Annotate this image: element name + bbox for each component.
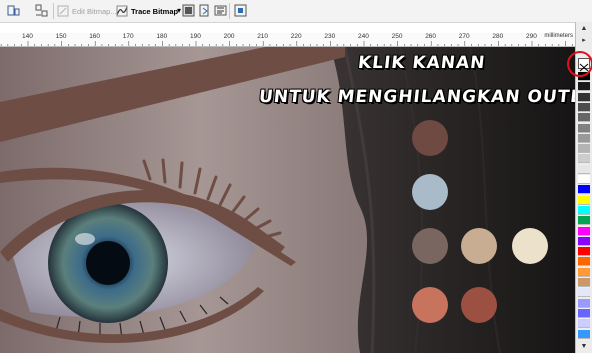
palette-scroll-down-icon[interactable]: ▼ xyxy=(578,342,590,351)
palette-color-swatch[interactable] xyxy=(578,175,590,184)
palette-color-swatch[interactable] xyxy=(578,164,590,174)
swatch-cream[interactable] xyxy=(512,228,548,264)
outline-icon[interactable] xyxy=(34,3,49,18)
palette-color-swatch[interactable] xyxy=(578,257,590,267)
palette-scroll-up-icon[interactable]: ▲ xyxy=(578,24,590,33)
ruler-label: 210 xyxy=(257,33,269,40)
swatch-salmon[interactable] xyxy=(412,287,448,323)
edit-bitmap-label: Edit Bitmap... xyxy=(72,6,117,16)
palette-color-swatch[interactable] xyxy=(578,113,590,123)
trace-bitmap-icon xyxy=(116,5,128,17)
ruler-label: 290 xyxy=(526,33,537,40)
trace-bitmap-label: Trace Bitmap xyxy=(131,6,179,16)
ruler-label: 200 xyxy=(223,33,235,40)
palette-color-swatch[interactable] xyxy=(578,154,590,164)
trace-bitmap-button[interactable]: Trace Bitmap xyxy=(116,3,178,19)
palette-color-swatch[interactable] xyxy=(578,216,590,226)
ruler-unit-label: millimeters xyxy=(544,33,573,39)
palette-color-swatch[interactable] xyxy=(578,102,590,112)
palette-color-swatch[interactable] xyxy=(578,247,590,257)
edit-bitmap-button[interactable]: Edit Bitmap... xyxy=(57,3,117,19)
palette-color-swatch[interactable] xyxy=(578,278,590,287)
palette-color-swatch[interactable] xyxy=(578,288,590,298)
palette-color-swatch[interactable] xyxy=(578,267,590,277)
swatch-tan[interactable] xyxy=(461,228,497,264)
headline-line-2: UNTUK MENGHILANGKAN OUTLINE xyxy=(257,87,575,107)
swatch-taupe[interactable] xyxy=(412,228,448,264)
ruler-label: 190 xyxy=(190,33,201,40)
bitmap-color-mask-icon[interactable] xyxy=(213,3,228,18)
ruler-label: 220 xyxy=(290,33,302,40)
ruler-label: 240 xyxy=(358,33,369,40)
palette-color-swatch[interactable] xyxy=(578,92,590,102)
palette-color-swatch[interactable] xyxy=(578,144,590,154)
palette-color-swatch[interactable] xyxy=(578,195,590,205)
palette-color-swatch[interactable] xyxy=(578,205,590,215)
palette-flyout-icon[interactable]: ▸ xyxy=(578,36,590,45)
ruler-label: 160 xyxy=(89,33,101,40)
headline-line-1: KLIK KANAN xyxy=(356,53,487,73)
ruler-label: 250 xyxy=(391,33,403,40)
palette-color-swatch[interactable] xyxy=(578,185,590,195)
property-toolbar: Edit Bitmap... Trace Bitmap ▾ xyxy=(0,0,592,23)
horizontal-ruler[interactable]: 140 150 160 170 180 190 200 210 220 230 240 250 260 2… xyxy=(0,33,575,47)
palette-color-swatch[interactable] xyxy=(578,329,590,339)
ruler-label: 280 xyxy=(492,33,504,40)
ruler-ticks xyxy=(0,41,573,46)
drawing-canvas[interactable]: KLIK KANAN UNTUK MENGHILANGKAN OUTLINE xyxy=(0,47,575,353)
palette-color-swatch[interactable] xyxy=(578,319,590,329)
palette-color-swatch[interactable] xyxy=(578,133,590,143)
ruler-label: 180 xyxy=(156,33,168,40)
palette-color-swatch[interactable] xyxy=(578,123,590,133)
ruler-label: 170 xyxy=(122,33,134,40)
ruler-label: 230 xyxy=(324,33,336,40)
swatch-light-blue[interactable] xyxy=(412,174,448,210)
edit-bitmap-icon xyxy=(57,5,69,17)
highlight-circle xyxy=(567,51,592,77)
palette-color-swatch[interactable] xyxy=(578,308,590,318)
align-icon[interactable] xyxy=(6,3,21,18)
swatch-dark-brown[interactable] xyxy=(412,120,448,156)
ruler-label: 140 xyxy=(22,33,33,40)
palette-color-swatch[interactable] xyxy=(578,226,590,236)
swatch-rust[interactable] xyxy=(461,287,497,323)
ruler-label: 150 xyxy=(55,33,67,40)
palette-color-swatch[interactable] xyxy=(578,298,590,308)
crop-bitmap-icon[interactable] xyxy=(181,3,196,18)
link-bitmap-icon[interactable] xyxy=(233,3,248,18)
palette-color-swatch[interactable] xyxy=(578,82,590,92)
resample-icon[interactable] xyxy=(197,3,212,18)
palette-color-swatch[interactable] xyxy=(578,236,590,246)
ruler-label: 260 xyxy=(425,33,437,40)
ruler-label: 270 xyxy=(458,33,470,40)
